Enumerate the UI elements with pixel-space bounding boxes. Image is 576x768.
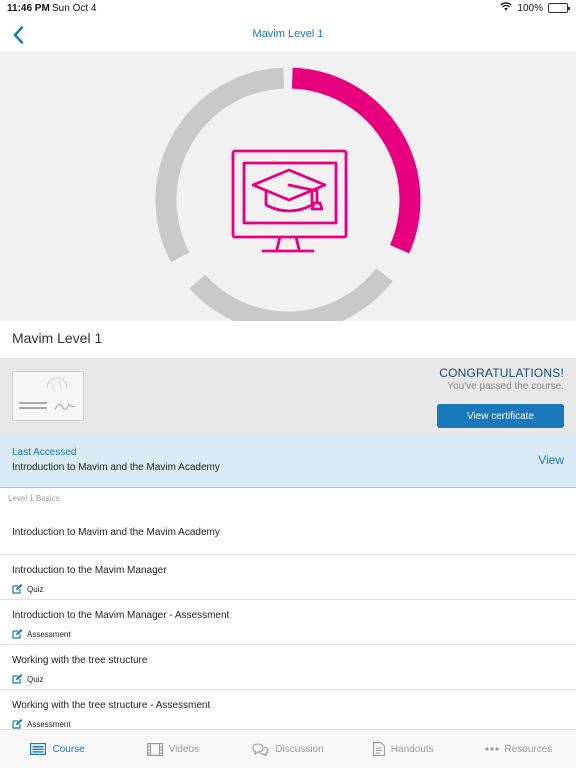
chat-bubbles-icon [252, 742, 269, 756]
course-progress-hero [0, 53, 576, 321]
lesson-item[interactable]: Introduction to the Mavim Manager Quiz [0, 555, 576, 600]
progress-ring [155, 67, 421, 321]
navigation-bar: Mavim Level 1 [0, 17, 576, 53]
lesson-title: Introduction to Mavim and the Mavim Acad… [12, 527, 220, 538]
tab-handouts[interactable]: Handouts [346, 730, 461, 768]
lesson-title: Working with the tree structure [12, 655, 148, 666]
section-header: Level 1 Basics [0, 489, 576, 509]
course-title: Mavim Level 1 [12, 330, 103, 346]
tab-discussion[interactable]: Discussion [230, 730, 345, 768]
wifi-icon [500, 2, 513, 14]
tab-label: Handouts [390, 743, 434, 755]
lesson-type: Assessment [12, 719, 71, 729]
passed-message: You've passed the course. [447, 381, 564, 392]
tab-course[interactable]: Course [0, 730, 115, 768]
lesson-list: Introduction to Mavim and the Mavim Acad… [0, 509, 576, 729]
graduation-computer-icon [231, 149, 348, 253]
lesson-item[interactable]: Working with the tree structure Quiz [0, 645, 576, 690]
last-accessed-banner[interactable]: Last Accessed Introduction to Mavim and … [0, 433, 576, 488]
edit-icon [12, 584, 23, 594]
lesson-type: Assessment [12, 629, 71, 639]
lesson-item[interactable]: Introduction to Mavim and the Mavim Acad… [0, 509, 576, 555]
status-bar: 11:46 PM Sun Oct 4 100% [0, 0, 576, 17]
status-right: 100% [500, 2, 570, 14]
certificate-panel: CONGRATULATIONS! You've passed the cours… [0, 359, 576, 433]
tab-label: Videos [168, 743, 199, 755]
certificate-preview-image [19, 377, 76, 411]
view-certificate-button[interactable]: View certificate [437, 404, 564, 428]
lesson-type-label: Quiz [27, 674, 44, 684]
lesson-title: Introduction to the Mavim Manager - Asse… [12, 610, 230, 621]
lesson-type: Quiz [12, 674, 43, 684]
battery-percent: 100% [517, 2, 543, 14]
section-title: Level 1 Basics [8, 494, 60, 503]
nav-title: Mavim Level 1 [252, 28, 324, 40]
document-icon [372, 742, 385, 756]
tab-label: Discussion [275, 743, 324, 755]
certificate-thumbnail [12, 371, 84, 421]
edit-icon [12, 629, 23, 639]
status-date: Sun Oct 4 [52, 3, 97, 14]
last-accessed-lesson: Introduction to Mavim and the Mavim Acad… [12, 462, 220, 473]
course-title-row: Mavim Level 1 [0, 321, 576, 359]
view-last-accessed-link[interactable]: View [538, 453, 564, 467]
lesson-type-label: Assessment [27, 719, 71, 729]
tab-resources[interactable]: Resources [461, 730, 576, 768]
tab-label: Resources [504, 743, 553, 755]
progress-ring-track [155, 67, 393, 321]
battery-icon [548, 3, 570, 13]
edit-icon [12, 674, 23, 684]
lesson-type: Quiz [12, 584, 43, 594]
lesson-title: Working with the tree structure - Assess… [12, 700, 211, 711]
last-accessed-label: Last Accessed [12, 447, 77, 458]
lesson-title: Introduction to the Mavim Manager [12, 565, 167, 576]
film-icon [146, 742, 163, 756]
lesson-type-label: Assessment [27, 629, 71, 639]
tab-videos[interactable]: Videos [115, 730, 230, 768]
lesson-item[interactable]: Introduction to the Mavim Manager - Asse… [0, 600, 576, 645]
tab-bar: Course Videos Discussion Handouts Resour… [0, 729, 576, 768]
tab-label: Course [52, 743, 85, 755]
lesson-type-label: Quiz [27, 584, 44, 594]
lesson-item[interactable]: Working with the tree structure - Assess… [0, 690, 576, 729]
course-icon [30, 743, 47, 755]
more-dots-icon [484, 747, 499, 751]
edit-icon [12, 719, 23, 729]
status-time: 11:46 PM [7, 3, 50, 14]
congratulations-heading: CONGRATULATIONS! [439, 366, 564, 380]
